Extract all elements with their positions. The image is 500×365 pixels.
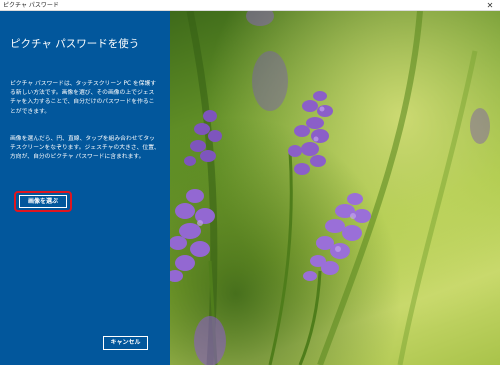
description-paragraph-2: 画像を選んだら、円、直線、タップを組み合わせてタッチスクリーンをなぞります。ジェ… <box>10 136 160 161</box>
title-bar: ピクチャ パスワード ✕ <box>0 0 500 11</box>
instruction-panel: ピクチャ パスワードを使う ピクチャ パスワードは、タッチスクリーン PC を保… <box>0 11 170 365</box>
picture-password-window: ピクチャ パスワード ✕ ピクチャ パスワードを使う ピクチャ パスワードは、タ… <box>0 0 500 365</box>
cancel-button[interactable]: キャンセル <box>103 336 148 350</box>
choose-picture-button[interactable]: 画像を選ぶ <box>19 195 67 208</box>
window-title: ピクチャ パスワード <box>3 2 59 9</box>
page-title: ピクチャ パスワードを使う <box>10 38 140 50</box>
lavender-flowers-image <box>170 11 500 365</box>
close-button[interactable]: ✕ <box>484 0 496 11</box>
description-paragraph-1: ピクチャ パスワードは、タッチスクリーン PC を保護する新しい方法です。画像を… <box>10 81 157 115</box>
